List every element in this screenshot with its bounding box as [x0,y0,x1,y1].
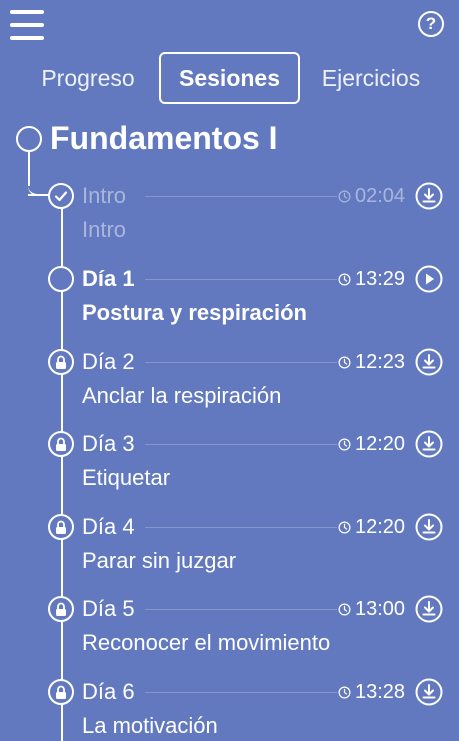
session-duration: 12:20 [338,429,405,459]
play-icon [415,265,443,293]
help-question-icon[interactable]: ? [418,11,444,37]
clock-icon [338,438,351,451]
clock-icon [338,521,351,534]
dotted-separator [145,527,337,528]
lock-circle-icon [48,349,74,375]
session-duration: 02:04 [338,181,405,211]
dotted-separator [145,444,337,445]
dotted-separator [145,279,337,280]
play-button[interactable] [415,265,443,293]
hamburger-menu-icon[interactable] [10,10,44,40]
tab-ejercicios[interactable]: Ejercicios [312,52,430,104]
dotted-separator [145,196,337,197]
session-duration: 13:28 [338,677,405,707]
lock-circle-icon [48,679,74,705]
session-day-label: Día 5 [82,596,135,621]
lock-circle-icon [48,514,74,540]
download-button[interactable] [415,182,443,210]
lock-circle-icon [48,431,74,457]
dotted-separator [145,609,337,610]
clock-icon [338,356,351,369]
clock-icon [338,603,351,616]
clock-icon [338,686,351,699]
timeline-connector [28,152,30,186]
download-icon [415,595,443,623]
session-day-label: Día 6 [82,679,135,704]
session-title: La motivación [82,713,218,738]
dotted-separator [145,692,337,693]
download-icon [415,430,443,458]
download-icon [415,348,443,376]
session-day-label: Día 3 [82,431,135,456]
section-title: Fundamentos I [50,120,278,156]
duration-value: 12:20 [355,433,406,455]
section-node-icon [16,126,42,152]
session-day-label: Día 4 [82,514,135,539]
session-duration: 12:23 [338,347,405,377]
session-duration: 13:29 [338,264,405,294]
download-button[interactable] [415,678,443,706]
session-day-label: Intro [82,183,127,208]
download-button[interactable] [415,513,443,541]
session-title: Intro [82,217,127,242]
duration-value: 13:00 [355,598,406,620]
session-title: Reconocer el movimiento [82,630,331,655]
duration-value: 13:28 [355,681,406,703]
download-button[interactable] [415,348,443,376]
download-icon [415,678,443,706]
download-icon [415,513,443,541]
session-day-label: Día 1 [82,266,135,291]
duration-value: 12:20 [355,516,406,538]
tab-progreso[interactable]: Progreso [30,52,146,104]
duration-value: 02:04 [355,185,406,207]
dotted-separator [145,362,337,363]
duration-value: 12:23 [355,351,406,373]
tab-sesiones[interactable]: Sesiones [159,52,300,104]
session-duration: 12:20 [338,512,405,542]
download-button[interactable] [415,430,443,458]
download-icon [415,182,443,210]
clock-icon [338,273,351,286]
session-title: Postura y respiración [82,300,307,325]
download-button[interactable] [415,595,443,623]
session-title: Anclar la respiración [82,383,282,408]
session-duration: 13:00 [338,594,405,624]
tab-label: Progreso [41,64,135,91]
clock-icon [338,190,351,203]
timeline-connector [28,194,50,196]
session-title: Etiquetar [82,465,171,490]
duration-value: 13:29 [355,268,406,290]
help-glyph: ? [425,14,437,33]
lock-circle-icon [48,596,74,622]
session-title: Parar sin juzgar [82,548,237,573]
check-circle-icon [48,183,74,209]
empty-circle-icon [48,266,74,292]
session-day-label: Día 2 [82,349,135,374]
tab-label: Sesiones [179,64,280,91]
tab-label: Ejercicios [321,64,421,91]
